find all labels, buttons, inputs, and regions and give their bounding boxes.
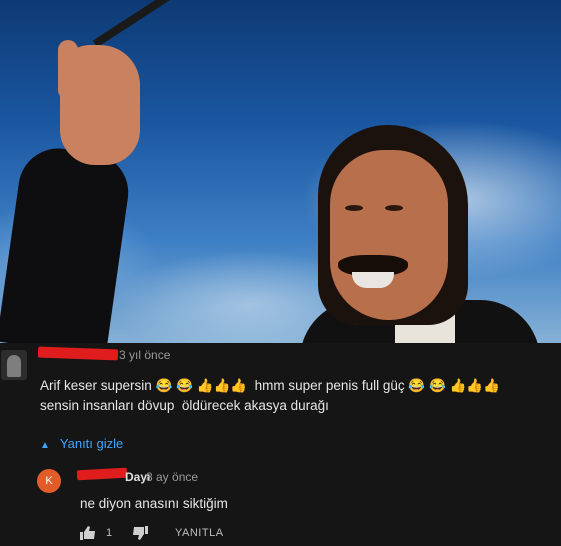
redacted-username [37,346,119,361]
man-eye [385,205,403,211]
meme-photo [0,0,561,343]
caret-up-icon: ▲ [40,440,50,451]
thumbs-down-icon[interactable] [132,526,148,540]
reply-avatar[interactable]: K [37,469,61,493]
thumbs-up-icon[interactable] [80,526,96,540]
man-face [330,150,448,320]
comment-timestamp: 3 yıl önce [119,348,171,362]
comment-text-line-2: sensin insanları dövup öldürecek akasya … [40,398,329,413]
hide-replies-label: Yanıtı gizle [59,436,124,451]
reply-button[interactable]: YANITLA [175,527,224,539]
raised-finger [58,40,78,100]
comment-section: 3 yıl önce Arif keser supersin 😂 😂 👍👍👍 h… [0,343,561,546]
man-eye [345,205,363,211]
man-mouth [352,272,394,288]
avatar[interactable] [1,350,27,380]
reply-timestamp: 8 ay önce [146,470,199,484]
like-count: 1 [106,527,113,539]
comment-text-line-1: Arif keser supersin 😂 😂 👍👍👍 hmm super pe… [40,378,500,393]
knife [92,0,223,48]
hide-replies-button[interactable]: ▲ Yanıtı gizle [40,436,123,451]
redacted-username [76,467,128,481]
reply-text: ne diyon anasını siktiğim [80,496,228,511]
